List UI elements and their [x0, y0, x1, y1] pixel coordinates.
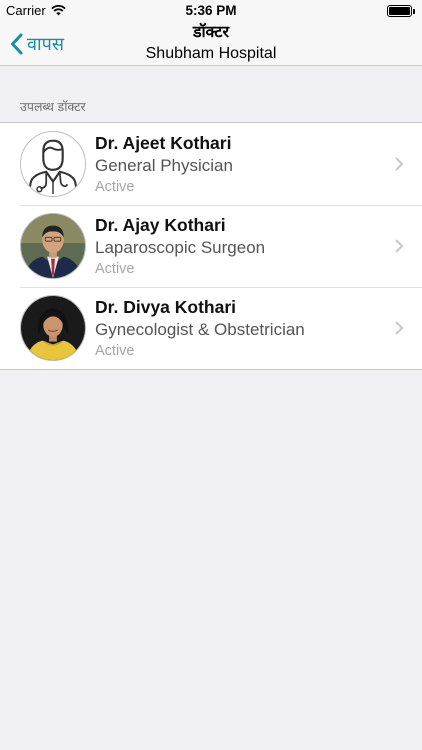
chevron-right-icon	[395, 157, 404, 171]
doctor-status: Active	[95, 261, 135, 277]
status-time: 5:36 PM	[185, 3, 237, 18]
status-bar: Carrier 5:36 PM	[0, 0, 422, 22]
doctor-placeholder-icon	[20, 131, 86, 197]
back-button-label: वापस	[27, 34, 65, 54]
doctor-status: Active	[95, 179, 135, 195]
chevron-right-icon	[395, 239, 404, 253]
navigation-bar: वापस डॉक्टर Shubham Hospital	[0, 22, 422, 66]
page-title: डॉक्टर Shubham Hospital	[80, 23, 342, 65]
doctor-row[interactable]: Dr. Divya Kothari Gynecologist & Obstetr…	[0, 287, 422, 369]
doctor-specialty: General Physician	[95, 156, 233, 175]
doctor-specialty: Gynecologist & Obstetrician	[95, 320, 305, 339]
section-header: उपलब्ध डॉक्टर	[20, 100, 86, 114]
doctor-name: Dr. Ajay Kothari	[95, 215, 226, 235]
doctor-photo	[20, 295, 86, 361]
doctor-row[interactable]: Dr. Ajeet Kothari General Physician Acti…	[0, 123, 422, 205]
chevron-right-icon	[395, 321, 404, 335]
page-subtitle: Shubham Hospital	[145, 45, 277, 62]
doctor-row[interactable]: Dr. Ajay Kothari Laparoscopic Surgeon Ac…	[0, 205, 422, 287]
doctor-name: Dr. Ajeet Kothari	[95, 133, 232, 153]
doctor-status: Active	[95, 343, 135, 359]
doctor-list: Dr. Ajeet Kothari General Physician Acti…	[0, 122, 422, 370]
doctor-specialty: Laparoscopic Surgeon	[95, 238, 266, 257]
doctor-name: Dr. Divya Kothari	[95, 297, 237, 317]
chevron-left-icon	[11, 33, 23, 55]
battery-icon	[387, 5, 415, 17]
back-button[interactable]: वापस	[10, 22, 64, 66]
page-title-main: डॉक्टर	[192, 24, 230, 41]
doctor-photo	[20, 213, 86, 279]
